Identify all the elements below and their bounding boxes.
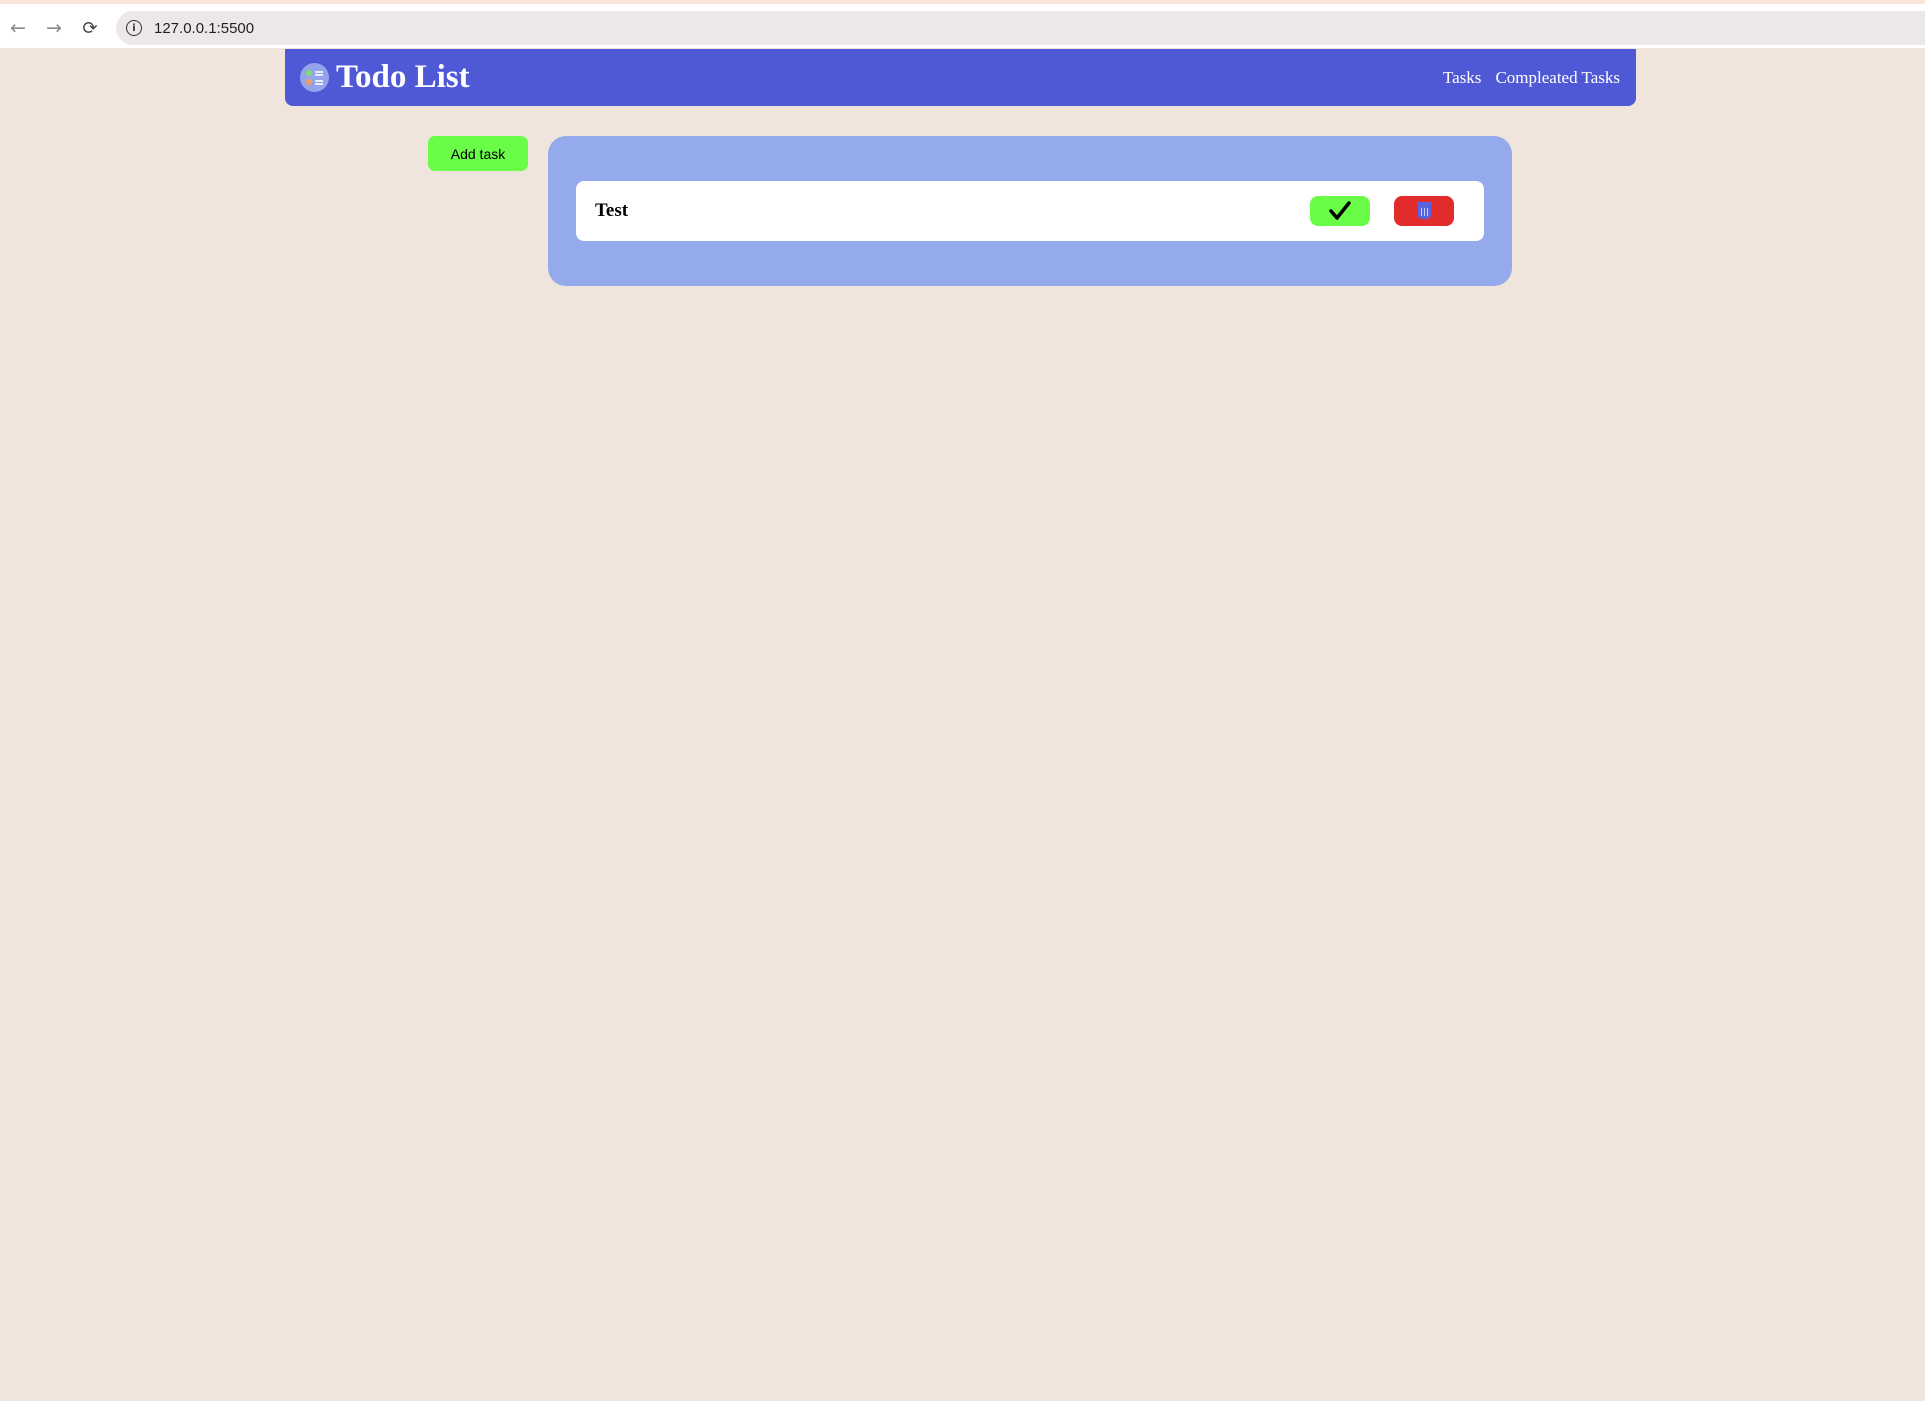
forward-arrow-icon[interactable]: → bbox=[40, 14, 68, 42]
header-nav: Tasks Compleated Tasks bbox=[1443, 68, 1620, 88]
check-icon bbox=[1329, 201, 1351, 220]
back-arrow-icon[interactable]: ← bbox=[4, 14, 32, 42]
browser-toolbar: ← → ⟳ i 127.0.0.1:5500 bbox=[0, 0, 1925, 48]
delete-task-button[interactable] bbox=[1394, 196, 1454, 226]
trash-icon bbox=[1416, 201, 1432, 219]
todo-list-logo-icon bbox=[300, 63, 329, 92]
site-info-icon[interactable]: i bbox=[126, 20, 142, 36]
url-text[interactable]: 127.0.0.1:5500 bbox=[154, 20, 254, 37]
reload-icon[interactable]: ⟳ bbox=[76, 14, 104, 42]
add-task-button[interactable]: Add task bbox=[428, 136, 528, 171]
address-bar[interactable]: i 127.0.0.1:5500 bbox=[116, 11, 1925, 45]
task-name: Test bbox=[595, 200, 629, 221]
app-title: Todo List bbox=[336, 59, 470, 95]
task-item: Test bbox=[576, 181, 1484, 241]
tasks-panel: Test bbox=[548, 136, 1512, 286]
app-header: Todo List Tasks Compleated Tasks bbox=[285, 49, 1636, 106]
nav-link-tasks[interactable]: Tasks bbox=[1443, 68, 1481, 88]
complete-task-button[interactable] bbox=[1310, 196, 1370, 226]
nav-link-completed-tasks[interactable]: Compleated Tasks bbox=[1495, 68, 1620, 88]
